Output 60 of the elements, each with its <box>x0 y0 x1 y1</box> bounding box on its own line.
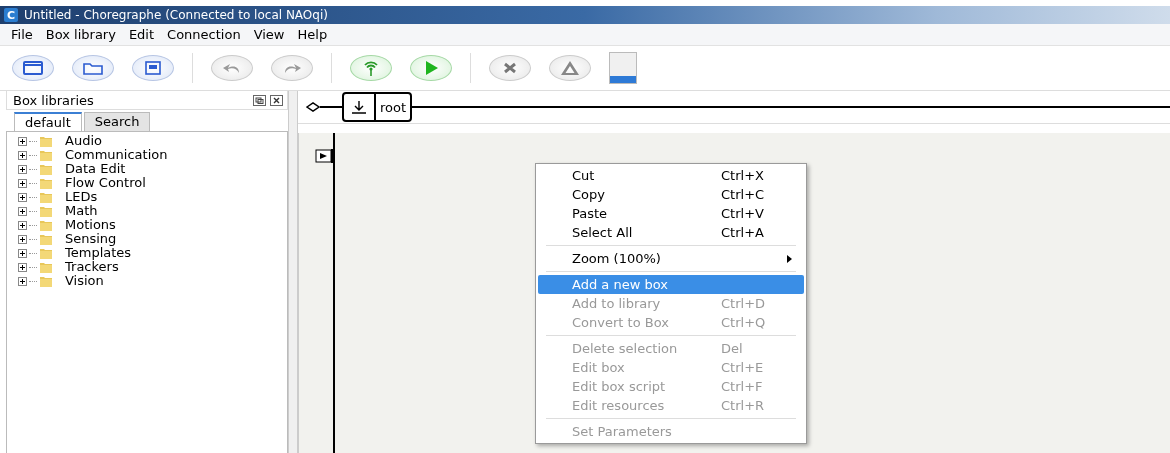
menu-item[interactable]: File <box>6 26 38 43</box>
menu-item[interactable]: Select All Ctrl+A <box>538 223 804 242</box>
menu-item[interactable]: View <box>248 26 290 43</box>
library-tab[interactable]: Search <box>83 112 151 131</box>
library-item[interactable]: Vision <box>65 274 104 288</box>
expand-icon[interactable] <box>18 192 27 202</box>
menu-item[interactable]: Box library <box>40 26 121 43</box>
library-item[interactable]: Audio <box>65 134 102 148</box>
expand-icon[interactable] <box>18 262 27 272</box>
start-input-icon[interactable] <box>315 149 335 163</box>
play-button[interactable] <box>410 55 452 81</box>
expand-icon[interactable] <box>18 206 27 216</box>
folder-icon <box>39 204 53 218</box>
connect-button[interactable] <box>350 55 392 81</box>
expand-icon[interactable] <box>18 220 27 230</box>
expand-icon[interactable] <box>18 150 27 160</box>
folder-icon <box>39 218 53 232</box>
float-icon[interactable] <box>253 94 266 106</box>
expand-icon[interactable] <box>18 136 27 146</box>
library-item[interactable]: Trackers <box>65 260 119 274</box>
expand-icon[interactable] <box>18 276 27 286</box>
folder-icon <box>39 232 53 246</box>
library-item[interactable]: Flow Control <box>65 176 146 190</box>
folder-icon <box>39 176 53 190</box>
folder-icon <box>39 190 53 204</box>
folder-icon <box>39 162 53 176</box>
new-button[interactable] <box>12 55 54 81</box>
folder-icon <box>39 260 53 274</box>
library-tab[interactable]: default <box>14 112 82 131</box>
expand-icon[interactable] <box>18 234 27 244</box>
menu-item[interactable]: Edit <box>123 26 160 43</box>
folder-icon <box>39 274 53 288</box>
menu-item[interactable]: Zoom (100%) <box>538 249 804 268</box>
panel-title: Box libraries <box>13 92 94 108</box>
folder-icon <box>39 246 53 260</box>
library-item[interactable]: Sensing <box>65 232 117 246</box>
library-item[interactable]: Data Edit <box>65 162 126 176</box>
library-item[interactable]: Math <box>65 204 98 218</box>
close-icon[interactable] <box>270 94 283 106</box>
save-button[interactable] <box>132 55 174 81</box>
expand-icon[interactable] <box>18 178 27 188</box>
menu-item[interactable]: Connection <box>162 26 246 43</box>
menu-item[interactable]: Help <box>292 26 333 43</box>
library-item[interactable]: Templates <box>65 246 132 260</box>
root-breadcrumb[interactable]: root <box>342 92 413 122</box>
menu-item[interactable]: Paste Ctrl+V <box>538 204 804 223</box>
open-button[interactable] <box>72 55 114 81</box>
library-item[interactable]: LEDs <box>65 190 98 204</box>
app-icon: C <box>4 8 18 22</box>
library-item[interactable]: Communication <box>65 148 168 162</box>
folder-icon <box>39 134 53 148</box>
volume-meter[interactable] <box>609 52 637 84</box>
menu-item[interactable]: Copy Ctrl+C <box>538 185 804 204</box>
menu-item[interactable]: Cut Ctrl+X <box>538 166 804 185</box>
folder-icon <box>39 148 53 162</box>
window-title: Untitled - Choregraphe (Connected to local NAOqi) <box>24 8 328 22</box>
expand-icon[interactable] <box>18 248 27 258</box>
expand-icon[interactable] <box>18 164 27 174</box>
submenu-arrow-icon <box>787 254 792 263</box>
library-item[interactable]: Motions <box>65 218 116 232</box>
